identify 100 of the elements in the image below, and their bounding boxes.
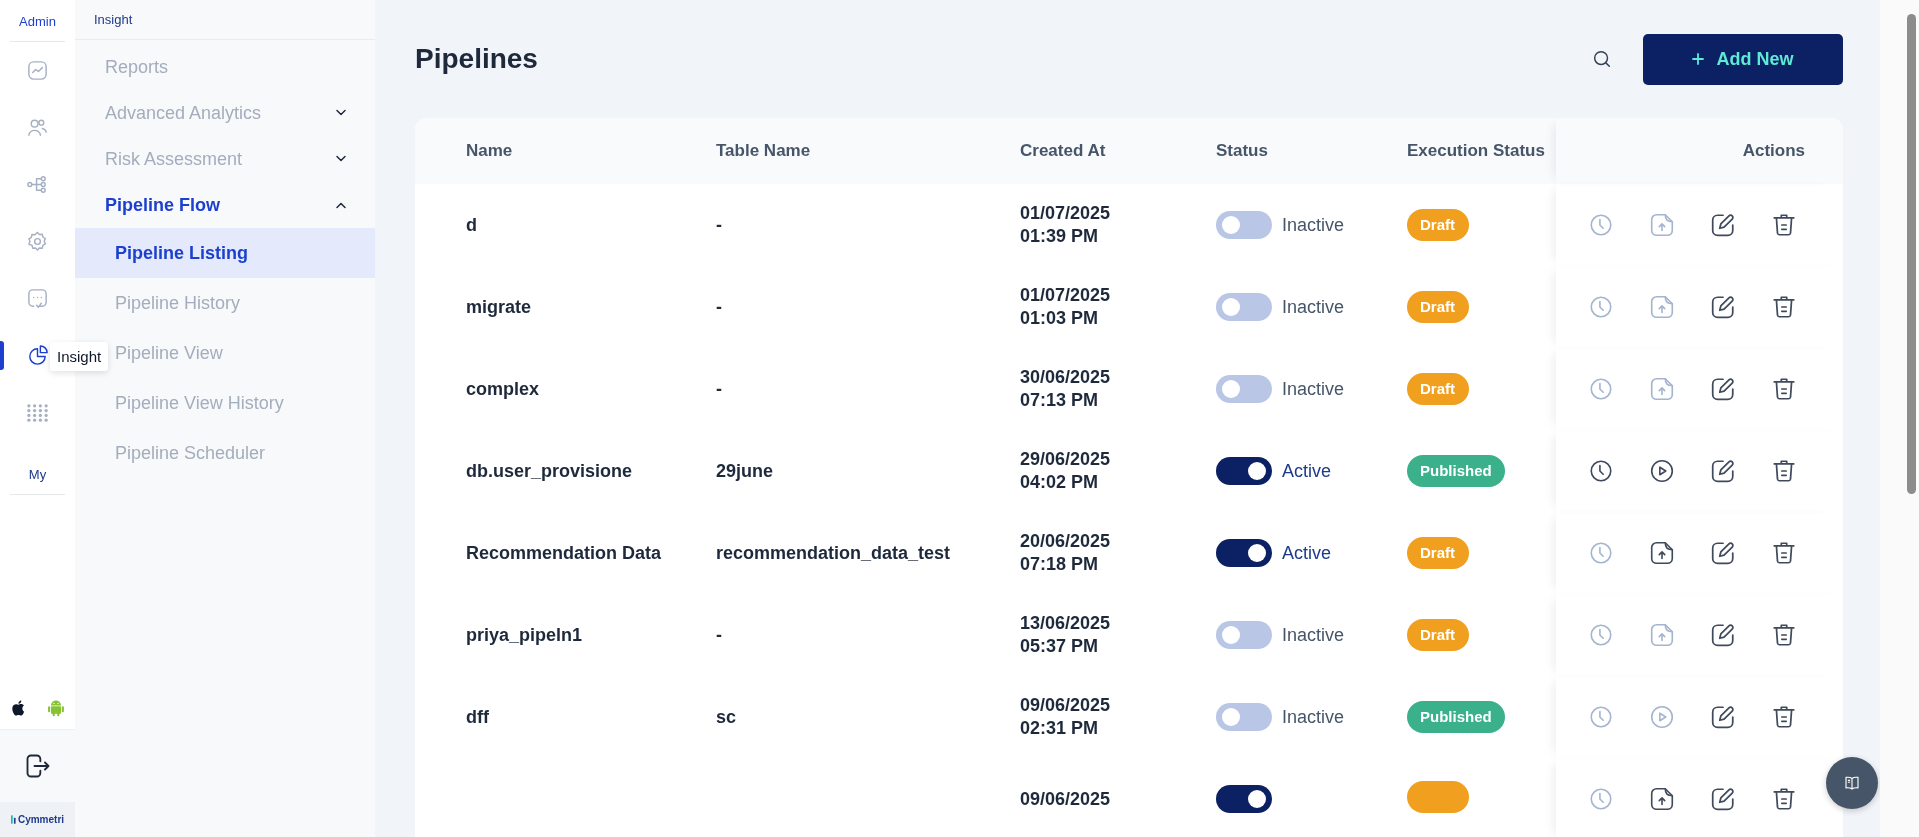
edit-icon[interactable]	[1710, 212, 1736, 238]
search-icon[interactable]	[1591, 48, 1613, 70]
brand-name: Cymmetri	[17, 814, 65, 825]
table-name: -	[716, 378, 722, 399]
column-header: Name	[466, 141, 514, 161]
upload-file-icon[interactable]	[1649, 540, 1675, 566]
status-toggle[interactable]	[1216, 539, 1272, 567]
active-indicator	[0, 341, 4, 370]
edit-icon[interactable]	[1710, 786, 1736, 812]
delete-icon[interactable]	[1771, 622, 1797, 648]
created-time: 01:03 PM	[1020, 308, 1100, 329]
status-toggle[interactable]	[1216, 375, 1272, 403]
created-time: 05:37 PM	[1020, 636, 1100, 657]
created-date: 30/06/2025	[1020, 367, 1112, 388]
page-title: Pipelines	[415, 43, 538, 75]
execution-status-badge: Draft	[1407, 619, 1469, 651]
table-name: -	[716, 296, 722, 317]
section-title: Insight	[75, 0, 375, 40]
my-label[interactable]: My	[28, 441, 47, 494]
chevron-up-icon	[335, 201, 347, 209]
execution-status-badge: Published	[1407, 455, 1505, 487]
menu-item[interactable]: Reports	[75, 44, 375, 90]
status-toggle[interactable]	[1216, 703, 1272, 731]
menu-item[interactable]: Risk Assessment	[75, 136, 375, 182]
status-toggle[interactable]	[1216, 293, 1272, 321]
edit-icon[interactable]	[1710, 376, 1736, 402]
table-name: -	[716, 624, 722, 645]
status-toggle[interactable]	[1216, 211, 1272, 239]
delete-icon[interactable]	[1771, 704, 1797, 730]
delete-icon[interactable]	[1771, 786, 1797, 812]
delete-icon[interactable]	[1771, 294, 1797, 320]
column-header: Created At	[1020, 141, 1107, 161]
pipeline-name: db.user_provisione	[466, 460, 633, 481]
created-time: 07:18 PM	[1020, 554, 1100, 575]
add-new-button[interactable]: Add New	[1643, 33, 1843, 85]
chevron-down-icon	[335, 155, 347, 163]
status-toggle[interactable]	[1216, 621, 1272, 649]
created-date: 29/06/2025	[1020, 449, 1112, 470]
menu-item[interactable]: Pipeline Flow	[75, 182, 375, 228]
execution-status-badge: Draft	[1407, 373, 1469, 405]
status-label: Inactive	[1282, 296, 1345, 318]
status-label: Inactive	[1282, 214, 1345, 236]
created-time: 07:13 PM	[1020, 390, 1100, 411]
submenu-item[interactable]: Pipeline Listing	[75, 228, 375, 278]
status-label: Active	[1282, 542, 1332, 564]
column-header: Actions	[1742, 141, 1805, 161]
pipeline-name: complex	[466, 378, 540, 399]
created-date: 01/07/2025	[1020, 203, 1112, 224]
execution-status-badge: Published	[1407, 701, 1505, 733]
submenu-item[interactable]: Pipeline View History	[75, 378, 375, 428]
table-name: 29june	[716, 460, 774, 481]
clock-icon[interactable]	[1588, 458, 1614, 484]
created-date: 01/07/2025	[1020, 285, 1112, 306]
created-date: 09/06/2025	[1020, 695, 1112, 716]
table-name: recommendation_data_test	[716, 542, 951, 563]
created-time: 04:02 PM	[1020, 472, 1100, 493]
pie-chart-icon[interactable]	[26, 344, 49, 367]
created-date: 13/06/2025	[1020, 613, 1112, 634]
execution-status-badge: Draft	[1407, 537, 1469, 569]
status-toggle[interactable]	[1216, 785, 1272, 813]
column-header: Status	[1216, 141, 1269, 161]
edit-icon[interactable]	[1710, 540, 1736, 566]
created-time: 01:39 PM	[1020, 226, 1100, 247]
delete-icon[interactable]	[1771, 212, 1797, 238]
pipeline-name: priya_pipeln1	[466, 624, 583, 645]
edit-icon[interactable]	[1710, 622, 1736, 648]
status-label: Inactive	[1282, 624, 1345, 646]
book-icon	[1843, 774, 1861, 792]
edit-icon[interactable]	[1710, 458, 1736, 484]
status-label: Active	[1282, 460, 1332, 482]
admin-label[interactable]: Admin	[19, 0, 56, 41]
play-icon[interactable]	[1649, 458, 1675, 484]
logo-mark-icon	[10, 815, 16, 824]
created-date: 20/06/2025	[1020, 531, 1112, 552]
pipeline-name: migrate	[466, 296, 532, 317]
created-time: 02:31 PM	[1020, 718, 1100, 739]
upload-file-icon[interactable]	[1649, 786, 1675, 812]
delete-icon[interactable]	[1771, 540, 1797, 566]
pipeline-name: dff	[466, 706, 489, 727]
plus-icon	[1692, 53, 1705, 65]
table-name: sc	[716, 706, 737, 727]
created-date: 09/06/2025	[1020, 788, 1112, 810]
delete-icon[interactable]	[1771, 376, 1797, 402]
pipeline-name: d	[466, 214, 477, 235]
submenu-item[interactable]: Pipeline History	[75, 278, 375, 328]
pipeline-name: Recommendation Data	[466, 542, 662, 563]
help-button[interactable]	[1826, 757, 1878, 809]
status-label: Inactive	[1282, 706, 1345, 728]
table-name: -	[716, 214, 722, 235]
chevron-down-icon	[335, 109, 347, 117]
submenu-item[interactable]: Pipeline Scheduler	[75, 428, 375, 478]
edit-icon[interactable]	[1710, 704, 1736, 730]
delete-icon[interactable]	[1771, 458, 1797, 484]
scrollbar[interactable]	[1880, 0, 1919, 837]
column-header: Execution Status	[1407, 141, 1546, 161]
status-toggle[interactable]	[1216, 457, 1272, 485]
tooltip: Insight	[50, 342, 109, 371]
edit-icon[interactable]	[1710, 294, 1736, 320]
menu-item[interactable]: Advanced Analytics	[75, 90, 375, 136]
execution-status-badge: Draft	[1407, 209, 1469, 241]
